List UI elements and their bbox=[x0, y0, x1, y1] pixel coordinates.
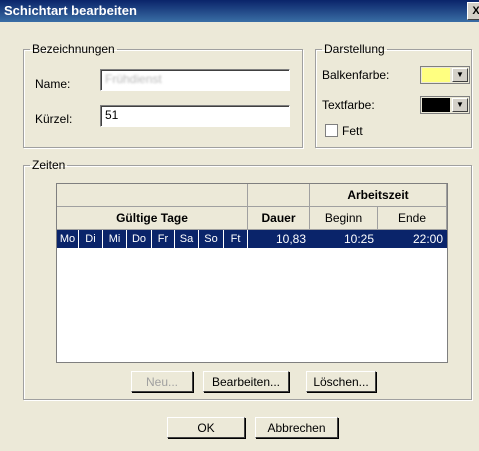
kuerzel-field[interactable]: 51 bbox=[100, 105, 290, 127]
name-field[interactable]: Frühdienst bbox=[100, 69, 290, 91]
balkenfarbe-picker[interactable]: ▼ bbox=[420, 66, 470, 84]
kuerzel-value: 51 bbox=[105, 108, 119, 122]
chevron-down-icon[interactable]: ▼ bbox=[452, 98, 468, 112]
name-value: Frühdienst bbox=[105, 72, 162, 86]
fett-label: Fett bbox=[342, 124, 363, 138]
name-label: Name: bbox=[35, 77, 71, 91]
dauer-cell: 10,83 bbox=[275, 232, 306, 246]
zeiten-legend: Zeiten bbox=[32, 158, 66, 172]
textfarbe-picker[interactable]: ▼ bbox=[420, 96, 470, 114]
ende-cell: 22:00 bbox=[412, 232, 443, 246]
loeschen-button[interactable]: Löschen... bbox=[306, 371, 376, 392]
darstellung-group: Darstellung bbox=[315, 42, 472, 148]
day-cell: Do bbox=[127, 230, 152, 248]
beginn-cell: 10:25 bbox=[343, 232, 374, 246]
header-empty-dauer bbox=[248, 184, 310, 207]
header-beginn[interactable]: Beginn bbox=[310, 207, 378, 230]
header-arbeitszeit: Arbeitszeit bbox=[310, 184, 447, 207]
fett-checkbox[interactable] bbox=[325, 124, 338, 137]
day-cell: Fr bbox=[152, 230, 175, 248]
header-ende[interactable]: Ende bbox=[378, 207, 447, 230]
bearbeiten-button[interactable]: Bearbeiten... bbox=[203, 371, 289, 392]
header-gueltige-tage[interactable]: Gültige Tage bbox=[57, 207, 248, 230]
balkenfarbe-swatch bbox=[422, 68, 450, 82]
table-row[interactable]: Mo Di Mi Do Fr Sa So Ft 10,83 10:25 22:0… bbox=[57, 230, 447, 248]
textfarbe-label: Textfarbe: bbox=[322, 98, 375, 112]
abbrechen-button[interactable]: Abbrechen bbox=[255, 417, 338, 438]
day-cell: Mo bbox=[57, 230, 79, 248]
kuerzel-label: Kürzel: bbox=[35, 112, 73, 126]
window-title: Schichtart bearbeiten bbox=[4, 3, 137, 18]
neu-button[interactable]: Neu... bbox=[131, 371, 193, 392]
chevron-down-icon[interactable]: ▼ bbox=[452, 68, 468, 82]
textfarbe-swatch bbox=[422, 98, 450, 112]
header-empty-left bbox=[57, 184, 248, 207]
bezeichnungen-group: Bezeichnungen bbox=[23, 42, 303, 148]
day-cell: Ft bbox=[224, 230, 248, 248]
darstellung-legend: Darstellung bbox=[324, 42, 385, 56]
zeiten-table[interactable]: Arbeitszeit Gültige Tage Dauer Beginn En… bbox=[56, 183, 448, 363]
bezeichnungen-legend: Bezeichnungen bbox=[32, 42, 115, 56]
header-dauer[interactable]: Dauer bbox=[248, 207, 310, 230]
day-cell: So bbox=[199, 230, 224, 248]
day-cell: Sa bbox=[175, 230, 199, 248]
day-cell: Mi bbox=[103, 230, 127, 248]
title-bar: Schichtart bearbeiten X bbox=[0, 0, 479, 22]
close-button[interactable]: X bbox=[467, 2, 479, 20]
ok-button[interactable]: OK bbox=[167, 417, 245, 438]
day-cell: Di bbox=[79, 230, 103, 248]
balkenfarbe-label: Balkenfarbe: bbox=[322, 68, 390, 82]
